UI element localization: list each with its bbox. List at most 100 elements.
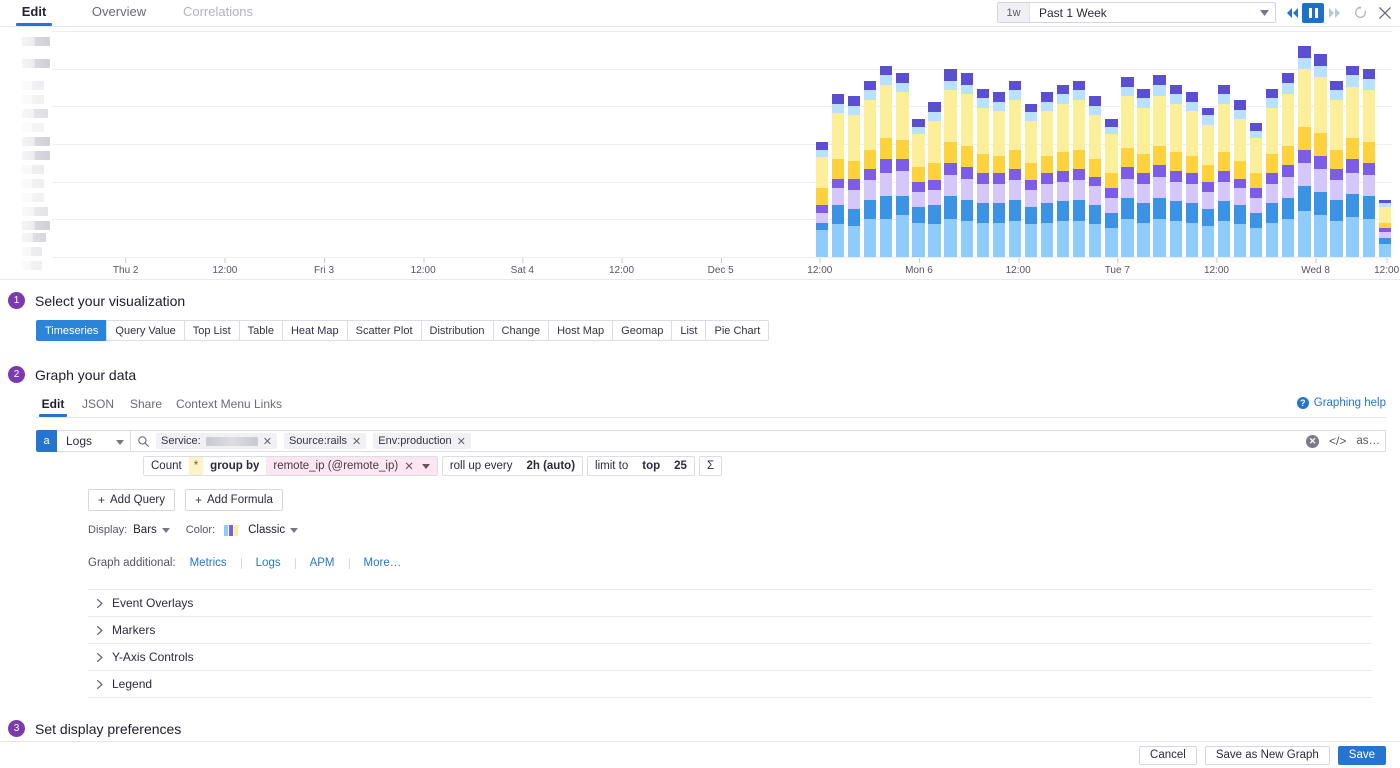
rollup-value[interactable]: 2h (auto) [519,457,582,475]
viz-tab-timeseries[interactable]: Timeseries [36,320,107,341]
chart-bar[interactable] [831,94,845,257]
viz-tab-top-list[interactable]: Top List [183,320,239,341]
viz-tab-geomap[interactable]: Geomap [612,320,672,341]
chart-bar[interactable] [815,142,829,257]
save-as-new-graph-button[interactable]: Save as New Graph [1204,745,1330,765]
rewind-icon[interactable] [1282,3,1302,23]
chart-bar[interactable] [1153,75,1166,257]
chart-bar[interactable] [1346,65,1359,257]
save-button[interactable]: Save [1337,745,1386,765]
viz-tab-host-map[interactable]: Host Map [548,320,613,341]
chart-bar[interactable] [1362,69,1375,257]
tab-edit-graph[interactable]: Edit [36,397,70,417]
tab-json[interactable]: JSON [77,397,119,417]
chart-bar[interactable] [1169,84,1182,257]
chart-bar[interactable] [976,88,989,257]
viz-tab-table[interactable]: Table [238,320,282,341]
clear-circle-icon[interactable]: ✕ [1305,434,1319,448]
chart-bar[interactable] [1217,84,1231,257]
chart-bar[interactable] [1314,54,1327,257]
add-formula-button[interactable]: + Add Formula [185,489,283,511]
chart-bar[interactable] [1073,80,1086,257]
chart-bar[interactable] [1121,77,1134,257]
viz-tab-change[interactable]: Change [492,320,549,341]
close-icon[interactable] [1376,3,1394,23]
cancel-button[interactable]: Cancel [1139,745,1197,765]
additional-link-metrics[interactable]: Metrics [190,557,241,569]
tab-share[interactable]: Share [124,397,168,417]
fast-forward-icon[interactable] [1324,3,1344,23]
chart-bar[interactable] [1298,46,1311,257]
viz-tab-distribution[interactable]: Distribution [420,320,493,341]
chart-bar[interactable] [1249,123,1263,257]
code-brackets-icon[interactable]: </> [1329,434,1346,448]
pause-icon[interactable] [1302,2,1324,23]
graphing-help-link[interactable]: ? Graphing help [1296,397,1386,409]
chart-bar[interactable] [912,119,925,257]
chart-bar[interactable] [847,96,861,257]
close-icon[interactable]: ✕ [404,459,414,473]
chart-bar[interactable] [880,65,893,257]
query-search-input[interactable]: Service: ✕ Source:rails ✕ Env:production… [131,430,1386,452]
chart-bar[interactable] [1330,80,1343,257]
color-palette-select[interactable]: Classic [221,524,299,536]
viz-tab-pie-chart[interactable]: Pie Chart [705,320,770,341]
chart-bar[interactable] [1089,96,1102,257]
tab-overview[interactable]: Overview [80,4,158,26]
viz-tab-scatter-plot[interactable]: Scatter Plot [346,320,421,341]
chevron-down-icon[interactable] [421,460,430,472]
limit-direction[interactable]: top [635,457,667,475]
chart-bar[interactable] [1185,92,1198,257]
chart-bar[interactable] [1378,199,1391,257]
alias-label[interactable]: as… [1356,435,1380,447]
limit-value[interactable]: 25 [667,457,694,475]
filter-tag-env[interactable]: Env:production ✕ [373,433,471,449]
display-type-select[interactable]: Bars [133,524,170,536]
additional-link-logs[interactable]: Logs [242,557,295,569]
chart-bar[interactable] [1040,92,1054,257]
step-number-badge: 3 [8,720,25,737]
accordion-markers[interactable]: Markers [88,617,1372,644]
timeseries-chart[interactable]: Thu 2 12:00 Fri 3 12:00 Sat 4 12:00 Dec 5 12:00… [0,27,1400,280]
additional-link-more[interactable]: More… [350,557,416,569]
filter-tag-source[interactable]: Source:rails ✕ [283,433,367,449]
chart-bar[interactable] [928,101,941,257]
close-icon[interactable]: ✕ [352,435,361,448]
add-query-button[interactable]: + Add Query [88,489,175,511]
chart-bar[interactable] [1266,88,1279,257]
accordion-event-overlays[interactable]: Event Overlays [88,590,1372,617]
viz-tab-list[interactable]: List [671,320,706,341]
chart-bar[interactable] [1233,100,1247,257]
chart-bar[interactable] [1282,73,1295,257]
tab-edit[interactable]: Edit [10,4,58,26]
chart-bar[interactable] [960,73,973,257]
time-range-picker[interactable]: 1w Past 1 Week [997,2,1276,23]
tab-correlations[interactable]: Correlations [172,4,264,26]
group-by-value[interactable]: remote_ip (@remote_ip) ✕ [266,457,437,475]
chart-bar[interactable] [1024,103,1038,257]
close-icon[interactable]: ✕ [263,435,272,448]
tab-context-menu-links[interactable]: Context Menu Links [174,397,284,417]
sigma-icon[interactable]: Σ [700,457,721,475]
chart-bar[interactable] [1057,84,1070,257]
chart-bar[interactable] [1105,119,1118,257]
filter-tag-service[interactable]: Service: ✕ [156,433,277,449]
chart-bar[interactable] [864,80,877,257]
chart-bar[interactable] [1008,80,1022,257]
query-source-select[interactable]: Logs [57,430,131,452]
viz-tab-query-value[interactable]: Query Value [106,320,184,341]
chart-bar[interactable] [1201,107,1215,257]
chart-bar[interactable] [896,73,909,257]
chart-bar[interactable] [1137,88,1150,257]
chart-bar[interactable] [992,92,1005,257]
chart-bar[interactable] [944,69,957,257]
accordion-legend[interactable]: Legend [88,671,1372,698]
close-icon[interactable]: ✕ [457,435,466,448]
additional-link-apm[interactable]: APM [296,557,349,569]
reload-icon[interactable] [1350,3,1370,23]
accordion-y-axis-controls[interactable]: Y-Axis Controls [88,644,1372,671]
measure-select[interactable]: Count [144,457,189,475]
viz-tab-heat-map[interactable]: Heat Map [281,320,347,341]
chart-bar-segment [864,149,877,169]
measure-field[interactable]: * [188,457,204,475]
